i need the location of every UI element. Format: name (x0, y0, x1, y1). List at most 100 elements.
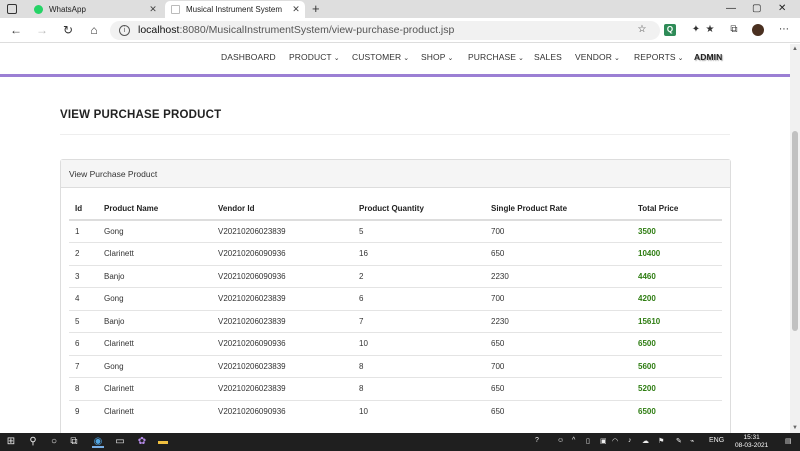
wifi-icon[interactable]: ◠ (612, 437, 618, 445)
profile-avatar[interactable] (752, 24, 764, 36)
back-icon[interactable]: ← (8, 22, 24, 38)
refresh-icon[interactable]: ↻ (60, 22, 76, 38)
table-cell: Gong (98, 287, 212, 310)
monitor-icon[interactable]: ▣ (600, 437, 607, 445)
nav-admin[interactable]: ADMIN (694, 52, 722, 62)
maximize-icon[interactable]: ▢ (752, 3, 761, 14)
search-icon[interactable]: ⚲ (27, 436, 39, 448)
browser-tab-bar: WhatsApp ✕ Musical Instrument System ✕ +… (0, 0, 800, 18)
nav-label: SHOP (421, 52, 446, 62)
scroll-down-icon[interactable]: ▼ (790, 423, 800, 433)
volume-icon[interactable]: ♪ (628, 437, 632, 444)
total-price-cell: 10400 (632, 242, 722, 265)
table-row: 1 Gong V20210206023839 5 700 3500 (69, 219, 722, 243)
nav-reports[interactable]: REPORTS ⌄ (634, 52, 684, 62)
nav-vendor[interactable]: VENDOR ⌄ (575, 52, 620, 62)
total-price-cell: 5600 (632, 354, 722, 378)
nav-customer[interactable]: CUSTOMER ⌄ (352, 52, 409, 62)
collections-icon[interactable]: ⧉ (728, 24, 740, 36)
onedrive-icon[interactable]: ☁ (642, 437, 649, 445)
network-icon[interactable]: ⚑ (658, 437, 664, 445)
table-cell: Gong (98, 354, 212, 378)
table-cell: V20210206090936 (212, 332, 353, 355)
purchase-panel: View Purchase Product Id Product Name Ve… (60, 159, 731, 433)
minimize-icon[interactable]: — (726, 3, 736, 14)
extension-q-icon[interactable]: Q (664, 24, 676, 36)
total-price-cell: 4200 (632, 287, 722, 310)
favorites-icon[interactable]: ★ (704, 24, 716, 36)
total-price-cell: 3500 (632, 219, 722, 243)
clock-time: 15:31 (743, 434, 760, 441)
nav-dashboard[interactable]: DASHBOARD (221, 52, 276, 62)
more-menu-icon[interactable]: ⋯ (778, 24, 790, 36)
page-title: VIEW PURCHASE PRODUCT (60, 109, 222, 121)
nav-shop[interactable]: SHOP ⌄ (421, 52, 453, 62)
scroll-up-icon[interactable]: ▲ (790, 44, 800, 54)
table-cell: Clarinett (98, 242, 212, 265)
show-hidden-icons-icon[interactable]: ^ (572, 437, 575, 444)
tab-close-icon[interactable]: ✕ (290, 4, 302, 15)
divider (60, 134, 730, 135)
table-cell: Clarinett (98, 399, 212, 423)
tab-close-icon[interactable]: ✕ (147, 4, 159, 15)
file-explorer-icon[interactable]: ▬ (157, 436, 169, 448)
usb-icon[interactable]: ⌁ (690, 437, 694, 445)
purchase-table: Id Product Name Vendor Id Product Quanti… (69, 197, 722, 423)
cortana-icon[interactable]: ○ (48, 436, 60, 448)
tab-actions-icon[interactable] (7, 4, 17, 14)
edge-browser-icon[interactable]: ◉ (92, 436, 104, 448)
table-cell: 8 (353, 377, 485, 400)
table-cell: 700 (485, 219, 632, 243)
add-favorite-icon[interactable]: ☆ (636, 24, 648, 36)
table-row: 7 Gong V20210206023839 8 700 5600 (69, 354, 722, 378)
table-cell: Clarinett (98, 377, 212, 400)
window-close-icon[interactable]: ✕ (778, 3, 786, 14)
nav-product[interactable]: PRODUCT ⌄ (289, 52, 340, 62)
pen-icon[interactable]: ✎ (676, 437, 682, 445)
table-cell: 9 (69, 399, 98, 423)
people-icon[interactable]: ☺ (557, 437, 564, 444)
windows-start-icon[interactable]: ⊞ (5, 436, 17, 448)
table-row: 9 Clarinett V20210206090936 10 650 6500 (69, 399, 722, 423)
nav-purchase[interactable]: PURCHASE ⌄ (468, 52, 524, 62)
forward-icon[interactable]: → (34, 22, 50, 38)
settings-app-icon[interactable]: ✿ (136, 436, 148, 448)
new-tab-button[interactable]: + (312, 1, 320, 17)
table-cell: 700 (485, 354, 632, 378)
tab-musical-instrument-system[interactable]: Musical Instrument System ✕ (165, 1, 305, 18)
column-header: Vendor Id (212, 197, 353, 221)
windows-taskbar: ⊞ ⚲ ○ ⧉ ◉ ▭ ✿ ▬ ? ☺ ^ ▯ ▣ ◠ ♪ ☁ ⚑ ✎ ⌁ EN… (0, 433, 800, 451)
nav-label: PRODUCT (289, 52, 332, 62)
task-view-icon[interactable]: ⧉ (68, 436, 80, 448)
tab-whatsapp[interactable]: WhatsApp ✕ (28, 1, 162, 18)
system-clock[interactable]: 15:31 08-03-2021 (735, 434, 768, 450)
nav-label: PURCHASE (468, 52, 517, 62)
language-indicator[interactable]: ENG (709, 437, 724, 444)
scrollbar-thumb[interactable] (792, 131, 798, 331)
url-field[interactable]: i localhost:8080/MusicalInstrumentSystem… (110, 21, 660, 40)
chevron-down-icon: ⌄ (677, 55, 684, 62)
site-info-icon[interactable]: i (119, 25, 130, 36)
chevron-down-icon: ⌄ (518, 55, 525, 62)
chevron-down-icon: ⌄ (333, 55, 340, 62)
nav-label: DASHBOARD (221, 52, 276, 62)
nav-sales[interactable]: SALES (534, 52, 562, 62)
terminal-icon[interactable]: ▭ (114, 436, 126, 448)
home-icon[interactable]: ⌂ (86, 22, 102, 38)
total-price-cell: 15610 (632, 309, 722, 333)
page-scrollbar[interactable]: ▲ ▼ (790, 44, 800, 433)
table-cell: 650 (485, 377, 632, 400)
help-icon[interactable]: ? (535, 437, 539, 444)
extensions-icon[interactable]: ✦ (690, 24, 702, 36)
nav-label: VENDOR (575, 52, 612, 62)
battery-icon[interactable]: ▯ (586, 437, 590, 445)
table-body: 1 Gong V20210206023839 5 700 3500 2 Clarinett V2… (69, 219, 722, 423)
notifications-icon[interactable]: ▤ (785, 437, 792, 445)
table-cell: 6 (69, 332, 98, 355)
table-cell: 16 (353, 242, 485, 265)
chevron-down-icon: ⌄ (447, 55, 454, 62)
nav-label: SALES (534, 52, 562, 62)
address-bar-row: ← → ↻ ⌂ i localhost:8080/MusicalInstrume… (0, 18, 800, 43)
table-cell: 2230 (485, 309, 632, 333)
total-price-cell: 4460 (632, 264, 722, 288)
